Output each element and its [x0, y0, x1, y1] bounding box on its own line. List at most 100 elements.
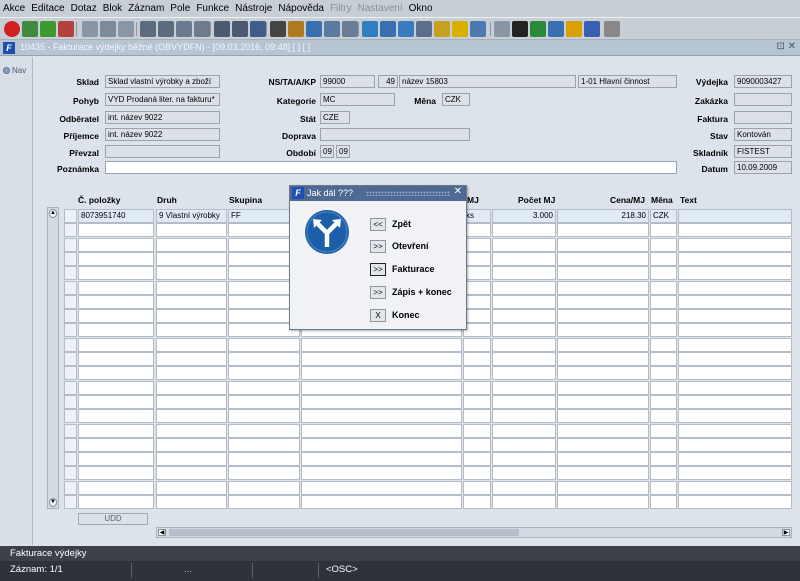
table-cell[interactable] [463, 495, 491, 509]
table-cell[interactable] [228, 352, 300, 366]
table-cell[interactable] [301, 437, 462, 452]
table-cell[interactable] [463, 380, 491, 395]
paste-icon[interactable] [100, 21, 116, 37]
table-cell[interactable] [678, 480, 792, 495]
table-cell[interactable] [463, 280, 491, 295]
datum-field[interactable]: 10.09.2009 [734, 161, 792, 174]
table-cell[interactable] [650, 337, 677, 352]
row-marker[interactable] [64, 366, 77, 381]
table-cell[interactable] [78, 294, 154, 309]
table-cell[interactable] [301, 480, 462, 495]
table-cell[interactable] [492, 280, 556, 295]
menu-nástroje[interactable]: Nástroje [235, 3, 272, 14]
table-cell[interactable] [78, 309, 154, 324]
table-cell[interactable] [463, 223, 491, 238]
window-controls[interactable]: ⊡ ✕ [776, 41, 796, 52]
table-cell[interactable] [156, 223, 227, 238]
udd-button[interactable]: UDD [78, 513, 148, 525]
dialog-option-label[interactable]: Konec [392, 310, 420, 320]
zakazka-field[interactable] [734, 93, 792, 106]
table-cell[interactable] [78, 380, 154, 395]
menu-nastavení[interactable]: Nastavení [358, 3, 403, 14]
table-cell[interactable] [678, 251, 792, 266]
table-cell[interactable] [228, 423, 300, 438]
window-icon[interactable] [470, 21, 486, 37]
table-cell[interactable] [557, 452, 649, 467]
table-cell[interactable] [156, 237, 227, 252]
table-cell[interactable] [156, 323, 227, 338]
row-marker[interactable] [64, 323, 77, 338]
table-cell[interactable] [156, 380, 227, 395]
replace-icon[interactable] [324, 21, 340, 37]
table-cell[interactable] [557, 337, 649, 352]
table-cell[interactable] [492, 237, 556, 252]
table-cell[interactable] [492, 394, 556, 409]
table-cell[interactable] [463, 251, 491, 266]
vydejka-field[interactable]: 9090003427 [734, 75, 792, 88]
table-cell[interactable] [463, 237, 491, 252]
table-cell[interactable] [678, 323, 792, 338]
table-cell[interactable] [678, 294, 792, 309]
poznamka-field[interactable] [105, 161, 677, 174]
menu-blok[interactable]: Blok [103, 3, 122, 14]
table-cell[interactable] [492, 323, 556, 338]
sigma-icon[interactable] [512, 21, 528, 37]
table-cell[interactable] [650, 309, 677, 324]
table-cell[interactable] [650, 280, 677, 295]
table-cell[interactable] [156, 409, 227, 424]
prevzal-field[interactable] [105, 145, 220, 158]
cut2-icon[interactable] [270, 21, 286, 37]
scroll-down-icon[interactable]: ▼ [49, 498, 57, 507]
col-header-mj[interactable]: MJ [467, 195, 479, 205]
table-cell[interactable] [650, 251, 677, 266]
table-cell[interactable] [557, 380, 649, 395]
table-cell[interactable] [228, 466, 300, 481]
dialog-option-button[interactable]: >> [370, 286, 386, 299]
table-cell[interactable] [557, 466, 649, 481]
table-cell[interactable] [463, 466, 491, 481]
table-cell[interactable] [492, 266, 556, 281]
table-cell[interactable] [650, 394, 677, 409]
table-icon[interactable] [342, 21, 358, 37]
table-cell[interactable] [301, 452, 462, 467]
row1-pocet[interactable]: 3.000 [492, 209, 556, 223]
row-marker[interactable] [64, 437, 77, 452]
table-cell[interactable] [301, 423, 462, 438]
table-cell[interactable] [463, 323, 491, 338]
table-cell[interactable] [78, 366, 154, 381]
table-cell[interactable] [678, 380, 792, 395]
scroll-thumb[interactable] [169, 529, 519, 536]
table-cell[interactable] [650, 366, 677, 381]
table-cell[interactable] [650, 352, 677, 366]
row1-text[interactable] [678, 209, 792, 223]
table-cell[interactable] [492, 480, 556, 495]
help2-icon[interactable] [584, 21, 600, 37]
print-icon[interactable] [214, 21, 230, 37]
scroll-right-icon[interactable]: ▶ [782, 529, 790, 536]
table-cell[interactable] [78, 323, 154, 338]
col-header-druh[interactable]: Druh [157, 195, 177, 205]
row-marker[interactable] [64, 394, 77, 409]
table-cell[interactable] [78, 251, 154, 266]
dialog-option-button[interactable]: << [370, 218, 386, 231]
table-cell[interactable] [78, 452, 154, 467]
table-cell[interactable] [557, 280, 649, 295]
table-cell[interactable] [228, 394, 300, 409]
col-header-cislo[interactable]: Č. položky [78, 195, 121, 205]
table-cell[interactable] [492, 352, 556, 366]
row-marker[interactable] [64, 466, 77, 481]
new-record-icon[interactable] [22, 21, 38, 37]
table-cell[interactable] [78, 352, 154, 366]
table-cell[interactable] [678, 337, 792, 352]
table-cell[interactable] [557, 223, 649, 238]
table-cell[interactable] [301, 495, 462, 509]
table-cell[interactable] [301, 352, 462, 366]
grid-vertical-scrollbar[interactable]: ▲ ▼ [47, 207, 59, 509]
table-cell[interactable] [156, 294, 227, 309]
ns-name-field[interactable]: název 15803 [399, 75, 576, 88]
row-marker[interactable] [64, 309, 77, 324]
table-cell[interactable] [463, 423, 491, 438]
query-icon[interactable] [176, 21, 192, 37]
table-cell[interactable] [156, 394, 227, 409]
table-cell[interactable] [463, 366, 491, 381]
